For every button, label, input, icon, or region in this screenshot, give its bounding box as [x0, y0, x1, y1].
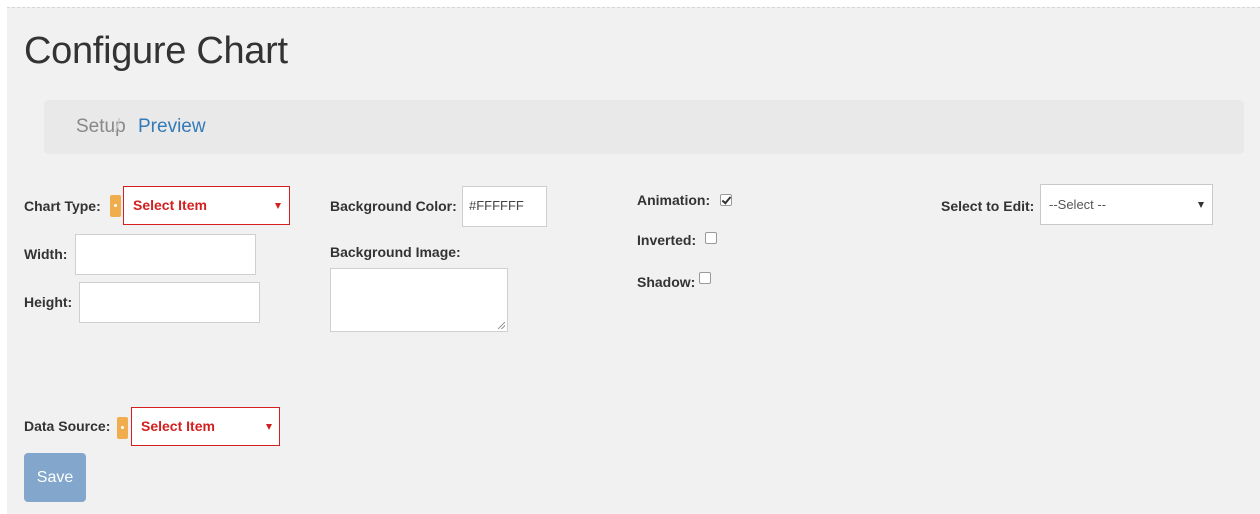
chevron-down-icon [266, 424, 272, 430]
background-color-input[interactable]: #FFFFFF [462, 186, 547, 227]
breadcrumb-separator: / [115, 116, 121, 137]
required-badge-icon [117, 417, 128, 439]
chart-type-value: Select Item [133, 197, 207, 213]
inverted-label: Inverted: [637, 232, 697, 248]
animation-label: Animation: [637, 192, 711, 208]
chart-type-select[interactable]: Select Item [123, 186, 290, 225]
background-image-label: Background Image: [330, 244, 461, 260]
inverted-checkbox[interactable] [705, 232, 717, 244]
chevron-down-icon [275, 203, 281, 209]
select-to-edit-label: Select to Edit: [941, 198, 1035, 214]
data-source-value: Select Item [141, 418, 215, 434]
select-to-edit-value: --Select -- [1049, 197, 1107, 212]
background-image-textarea[interactable] [330, 268, 508, 332]
breadcrumb: Setup / Preview [44, 100, 1244, 154]
shadow-label: Shadow: [637, 274, 696, 290]
resize-grip-icon[interactable] [498, 322, 505, 329]
height-label: Height: [24, 294, 73, 310]
required-badge-icon [110, 195, 121, 217]
data-source-label: Data Source: [24, 418, 111, 434]
breadcrumb-preview-link[interactable]: Preview [138, 100, 206, 154]
chart-type-label: Chart Type: [24, 198, 101, 214]
background-color-label: Background Color: [330, 198, 457, 214]
chevron-down-icon [1198, 202, 1204, 208]
width-label: Width: [24, 246, 68, 262]
save-button[interactable]: Save [24, 453, 86, 502]
select-to-edit-dropdown[interactable]: --Select -- [1040, 184, 1213, 225]
data-source-select[interactable]: Select Item [131, 407, 280, 446]
height-input[interactable] [79, 282, 260, 323]
shadow-checkbox[interactable] [699, 272, 711, 284]
animation-checkbox[interactable] [720, 194, 732, 206]
width-input[interactable] [75, 234, 256, 275]
page-title: Configure Chart [24, 30, 288, 72]
